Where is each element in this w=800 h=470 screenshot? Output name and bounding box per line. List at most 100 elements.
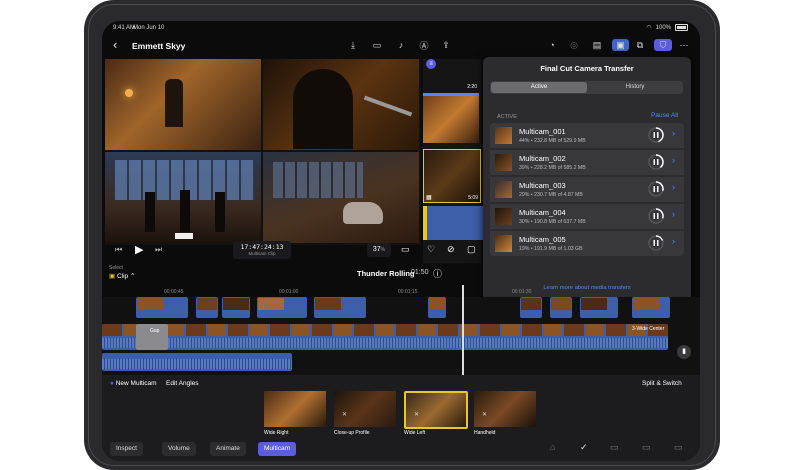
tab-volume[interactable]: Volume (162, 442, 196, 456)
select-label: Select (109, 265, 123, 271)
tab-inspect[interactable]: Inspect (110, 442, 143, 456)
microphone-icon[interactable]: ♪ (394, 39, 408, 51)
multicam-viewer (105, 59, 421, 245)
connected-clip[interactable] (136, 297, 188, 318)
more-icon[interactable]: ⋯ (677, 39, 691, 51)
edit-angles-button[interactable]: Edit Angles (166, 380, 199, 387)
clip-thumbnail (495, 181, 512, 198)
timecode-display[interactable]: 17:47:24:13 Multicam Clip (233, 241, 291, 259)
muted-icon: ✕ (342, 412, 348, 418)
chevron-right-icon[interactable]: › (672, 155, 675, 165)
filter-icon[interactable]: ≡ (426, 59, 436, 69)
timecode-label: Multicam Clip (248, 251, 276, 256)
timecode: 17:47:24:13 (240, 243, 284, 251)
browser-thumb-2[interactable]: 5:09 ▦ (423, 149, 481, 203)
connected-clip[interactable] (428, 297, 446, 318)
connected-clip[interactable] (314, 297, 366, 318)
angle-thumb[interactable]: ✕ (474, 391, 536, 427)
trash-icon[interactable]: ▭ (674, 442, 683, 453)
chevron-right-icon[interactable]: › (672, 236, 675, 246)
titles-icon[interactable]: ▤ (590, 39, 604, 51)
transfer-row[interactable]: Multicam_004 30% • 190.8 MB of 637.7 MB … (490, 204, 684, 229)
transfer-row[interactable]: Multicam_003 29% • 230.7 MB of 4.87 MB › (490, 177, 684, 202)
aspect-icon[interactable]: ▭ (401, 244, 410, 255)
connected-clip[interactable] (257, 297, 307, 318)
new-multicam-label: New Multicam (115, 380, 157, 387)
transfer-row[interactable]: Multicam_002 39% • 228.2 MB of 585.2 MB … (490, 150, 684, 175)
camera-transfer-icon[interactable]: ⛉ (654, 39, 672, 51)
media-browser: ≡ 2:20 5:09 ▦ (423, 59, 483, 263)
info-icon[interactable]: ⓘ (433, 267, 442, 280)
angle-view-4[interactable] (263, 152, 419, 243)
mic-record-icon[interactable]: ▮ (677, 345, 691, 359)
photos-icon[interactable]: ▣ (612, 39, 629, 51)
split-icon[interactable]: ▭ (610, 442, 619, 453)
angle-view-1[interactable] (105, 59, 261, 150)
step-back-icon[interactable]: ⏮ (115, 245, 122, 255)
delete-icon[interactable]: ⌂ (550, 442, 555, 452)
zoom-control[interactable]: 37% (367, 243, 391, 257)
pause-progress-icon[interactable] (648, 154, 664, 170)
camera-icon[interactable]: ▭ (370, 39, 384, 51)
effects-icon[interactable]: ◎ (567, 39, 581, 51)
detach-icon[interactable]: ▭ (642, 442, 651, 453)
connected-clip[interactable] (550, 297, 572, 318)
angle-thumb[interactable] (264, 391, 326, 427)
playhead[interactable] (462, 285, 464, 375)
pause-progress-icon[interactable] (648, 235, 664, 251)
favorite-heart-icon[interactable]: ♡ (427, 244, 435, 255)
tab-multicam[interactable]: Multicam (258, 442, 297, 456)
pen-icon[interactable]: Ⓐ (417, 39, 431, 51)
clip-thumbnail (495, 235, 512, 252)
chevron-right-icon[interactable]: › (672, 128, 675, 138)
play-icon[interactable]: ▶ (135, 243, 143, 256)
transfer-row[interactable]: Multicam_005 19% • 191.9 MB of 1.03 GB › (490, 231, 684, 256)
angle-view-2[interactable] (263, 59, 419, 150)
gap-label: Gap (150, 328, 160, 334)
browser-thumb-3[interactable] (423, 206, 483, 240)
clip-progress-text: 19% • 191.9 MB of 1.03 GB (519, 246, 583, 252)
browser-thumb-2-time: 5:09 (468, 195, 478, 201)
clip-progress-text: 29% • 230.7 MB of 4.87 MB (519, 192, 583, 198)
angle-thumb-active[interactable]: ✕ (404, 391, 468, 429)
status-bar: 9:41 AM Mon Jun 10 ◠ 100% (102, 21, 700, 35)
clock-icon[interactable]: ◔ (545, 39, 559, 51)
reject-icon[interactable]: ⊘ (447, 244, 455, 255)
tab-animate[interactable]: Animate (210, 442, 246, 456)
zoom-value: 37 (372, 246, 381, 253)
gap-clip[interactable]: Gap (136, 324, 168, 350)
select-mode[interactable]: ▣ Clip ⌃ (109, 272, 135, 280)
audio-clip[interactable] (102, 353, 292, 371)
tab-active[interactable]: Active (491, 82, 587, 93)
back-chevron-icon[interactable]: ‹ (113, 37, 117, 52)
new-multicam-button[interactable]: ● New Multicam (110, 380, 157, 387)
audio-icon[interactable]: ⧉ (633, 39, 647, 51)
connected-clip[interactable] (520, 297, 542, 318)
connected-clip[interactable] (580, 297, 618, 318)
step-forward-icon[interactable]: ⏭ (155, 245, 162, 255)
connected-clip[interactable] (222, 297, 250, 318)
split-switch-menu[interactable]: Split & Switch (642, 380, 682, 387)
section-label: ACTIVE (497, 114, 517, 120)
transfer-row[interactable]: Multicam_001 44% • 232.8 MB of 529.9 MB … (490, 123, 684, 148)
angle-view-3[interactable] (105, 152, 261, 243)
viewer-controls: ⏮ ▶ ⏭ 17:47:24:13 Multicam Clip 37% ▭ (105, 241, 421, 263)
import-icon[interactable]: ⤓ (346, 39, 360, 51)
pause-progress-icon[interactable] (648, 208, 664, 224)
pause-progress-icon[interactable] (648, 181, 664, 197)
tab-history[interactable]: History (587, 81, 683, 94)
ruler-tick: 00:01:00 (279, 289, 299, 295)
chevron-right-icon[interactable]: › (672, 182, 675, 192)
check-icon[interactable]: ✓ (580, 442, 588, 453)
connected-clip[interactable] (632, 297, 670, 318)
connected-clip[interactable] (196, 297, 218, 318)
rectangle-icon[interactable]: ▢ (467, 244, 476, 255)
primary-storyline[interactable]: 3-Wide Center (102, 324, 668, 350)
ruler-tick: 00:01:30 (512, 289, 532, 295)
chevron-right-icon[interactable]: › (672, 209, 675, 219)
browser-thumb-1[interactable]: 2:20 (423, 84, 479, 143)
angle-thumb[interactable]: ✕ (334, 391, 396, 427)
pause-all-button[interactable]: Pause All (651, 112, 678, 119)
pause-progress-icon[interactable] (648, 127, 664, 143)
share-icon[interactable]: ⇪ (439, 39, 453, 51)
